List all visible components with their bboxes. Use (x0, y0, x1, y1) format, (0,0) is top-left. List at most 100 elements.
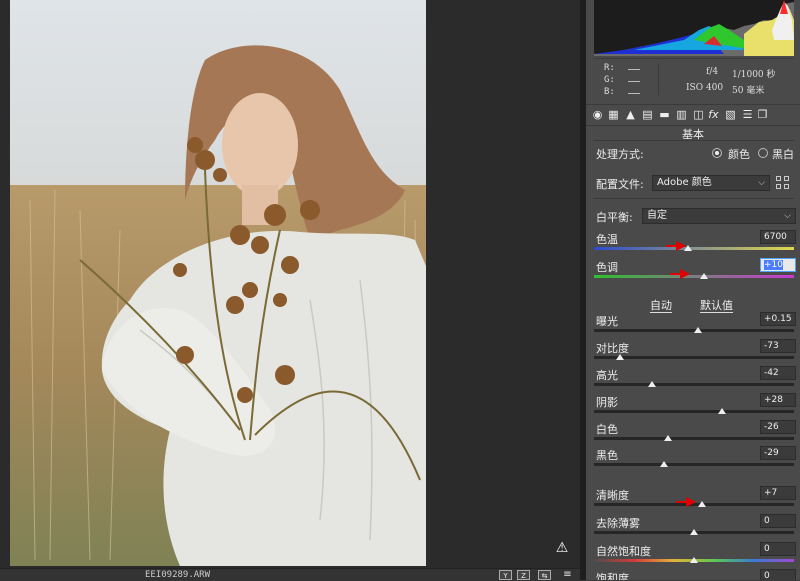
slider-label: 对比度 (596, 342, 629, 355)
slider-thumb[interactable] (616, 354, 624, 360)
slider-label: 色温 (596, 233, 618, 246)
slider-value: +10 (764, 260, 783, 270)
aperture-value: f/4 (706, 67, 719, 77)
settings-icon[interactable]: ≡ (561, 570, 574, 580)
chevron-down-icon: ⌵ (784, 211, 791, 221)
filename-label: EEI09289.ARW (145, 570, 211, 580)
color-radio[interactable] (712, 148, 722, 158)
slider-value-field[interactable]: -73 (760, 339, 796, 353)
slider-thumb[interactable] (718, 408, 726, 414)
slider-value: -29 (764, 448, 779, 458)
presets-icon[interactable]: ☰ (741, 108, 754, 121)
slider-thumb[interactable] (698, 501, 706, 507)
slider-track[interactable] (594, 437, 794, 440)
slider-thumb[interactable] (694, 327, 702, 333)
slider-track[interactable] (594, 356, 794, 359)
slider-value: +0.15 (764, 314, 792, 324)
slider-value-field[interactable]: 0 (760, 542, 796, 556)
histogram (594, 0, 794, 56)
slider-label: 高光 (596, 369, 618, 382)
b-label: B: (604, 87, 615, 97)
slider-label: 白色 (596, 423, 618, 436)
g-label: G: (604, 75, 615, 85)
compare-button[interactable]: ⇆ (538, 570, 551, 580)
r-label: R: (604, 63, 615, 73)
warning-icon[interactable]: ⚠ (554, 540, 570, 556)
detail-icon[interactable]: ▲ (624, 108, 637, 121)
image-info: R: G: B: f/4 1/1000 秒 ISO 400 50 毫米 (594, 58, 794, 99)
treatment-label: 处理方式: (596, 148, 644, 161)
slider-value-field[interactable]: -42 (760, 366, 796, 380)
focal-length-value: 50 毫米 (732, 86, 765, 96)
slider-value: -73 (764, 341, 779, 351)
z-view-button[interactable]: Z (517, 570, 530, 580)
slider-label: 自然饱和度 (596, 545, 651, 558)
slider-value-field[interactable]: 0 (760, 514, 796, 528)
slider-label: 去除薄雾 (596, 517, 640, 530)
split-toning-icon[interactable]: ▬ (658, 108, 671, 121)
slider-value: -42 (764, 368, 779, 378)
slider-value-field[interactable]: 0 (760, 569, 796, 580)
wb-dropdown[interactable]: 自定 ⌵ (642, 208, 796, 224)
adjustment-panel: R: G: B: f/4 1/1000 秒 ISO 400 50 毫米 ◉ ▦ … (586, 0, 800, 580)
red-arrow-annotation (670, 269, 690, 279)
status-bar: EEI09289.ARW Y Z ⇆ ≡ (0, 568, 580, 581)
basic-tab-icon[interactable]: ◉ (591, 108, 604, 121)
tone-curve-icon[interactable]: ▦ (607, 108, 620, 121)
slider-track[interactable] (594, 247, 794, 250)
slider-value: 0 (764, 516, 770, 526)
slider-track[interactable] (594, 410, 794, 413)
slider-thumb[interactable] (690, 529, 698, 535)
slider-label: 黑色 (596, 449, 618, 462)
wb-value: 自定 (647, 210, 667, 221)
slider-thumb[interactable] (648, 381, 656, 387)
hsl-icon[interactable]: ▤ (641, 108, 654, 121)
chevron-down-icon: ⌵ (758, 178, 765, 188)
slider-label: 色调 (596, 261, 618, 274)
slider-thumb[interactable] (660, 461, 668, 467)
image-canvas[interactable]: ⚠ (0, 0, 580, 568)
calibration-icon[interactable]: ▧ (724, 108, 737, 121)
bw-radio[interactable] (758, 148, 768, 158)
slider-value-field[interactable]: +28 (760, 393, 796, 407)
panel-tabs: ◉ ▦ ▲ ▤ ▬ ▥ ◫ fx ▧ ☰ ❐ (586, 104, 800, 126)
profile-value: Adobe 颜色 (657, 177, 712, 188)
slider-track[interactable] (594, 383, 794, 386)
slider-value: +28 (764, 395, 783, 405)
transform-icon[interactable]: ◫ (692, 108, 705, 121)
slider-track[interactable] (594, 275, 794, 278)
snapshots-icon[interactable]: ❐ (756, 108, 769, 121)
slider-thumb[interactable] (700, 273, 708, 279)
slider-thumb[interactable] (690, 557, 698, 563)
effects-icon[interactable]: fx (707, 108, 720, 121)
profile-dropdown[interactable]: Adobe 颜色 ⌵ (652, 175, 770, 191)
lens-icon[interactable]: ▥ (675, 108, 688, 121)
slider-value-field[interactable]: -29 (760, 446, 796, 460)
bw-radio-label: 黑白 (772, 148, 794, 161)
slider-value: 0 (764, 571, 770, 580)
profile-browser-icon[interactable] (776, 176, 790, 190)
slider-value: +7 (764, 488, 778, 498)
slider-value-field[interactable]: +10 (760, 258, 796, 272)
slider-label: 清晰度 (596, 489, 629, 502)
slider-value-field[interactable]: +7 (760, 486, 796, 500)
slider-track[interactable] (594, 463, 794, 466)
slider-value: 6700 (764, 232, 787, 242)
slider-label: 曝光 (596, 315, 618, 328)
red-arrow-annotation (666, 241, 686, 251)
y-view-button[interactable]: Y (499, 570, 512, 580)
wb-label: 白平衡: (596, 211, 633, 224)
color-radio-label: 颜色 (728, 148, 750, 161)
slider-value-field[interactable]: -26 (760, 420, 796, 434)
slider-thumb[interactable] (664, 435, 672, 441)
profile-label: 配置文件: (596, 178, 644, 191)
iso-value: ISO 400 (686, 83, 724, 93)
slider-value-field[interactable]: 6700 (760, 230, 796, 244)
red-arrow-annotation (676, 497, 696, 507)
slider-value: 0 (764, 544, 770, 554)
slider-value: -26 (764, 422, 779, 432)
slider-value-field[interactable]: +0.15 (760, 312, 796, 326)
slider-label: 阴影 (596, 396, 618, 409)
default-button[interactable]: 默认值 (700, 300, 733, 313)
auto-button[interactable]: 自动 (650, 300, 672, 313)
